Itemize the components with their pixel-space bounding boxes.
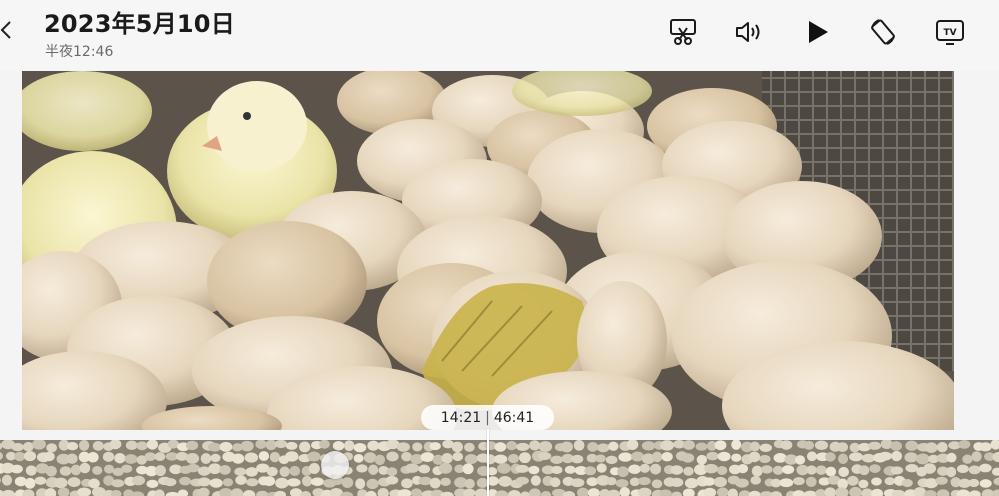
rotate-icon[interactable] <box>865 14 901 50</box>
time-separator: | <box>485 409 490 426</box>
timeline-scrubber-handle[interactable] <box>321 451 349 479</box>
back-arrow-icon[interactable] <box>0 18 18 42</box>
timeline-playhead[interactable] <box>487 429 489 496</box>
timeline-filmstrip[interactable] <box>0 440 999 496</box>
trim-icon[interactable] <box>665 14 701 50</box>
video-frame[interactable] <box>22 71 954 430</box>
capture-time: 半夜12:46 <box>45 44 114 60</box>
svg-text:TV: TV <box>943 28 956 38</box>
current-time: 14:21 <box>440 409 482 426</box>
top-bar: 2023年5月10日 半夜12:46 TV <box>0 0 999 70</box>
play-icon[interactable] <box>799 14 835 50</box>
total-duration: 46:41 <box>493 409 535 426</box>
timestamp-pill: 14:21 | 46:41 <box>421 405 554 430</box>
volume-icon[interactable] <box>731 14 767 50</box>
tv-cast-icon[interactable]: TV <box>932 14 968 50</box>
page-title: 2023年5月10日 <box>44 10 235 38</box>
